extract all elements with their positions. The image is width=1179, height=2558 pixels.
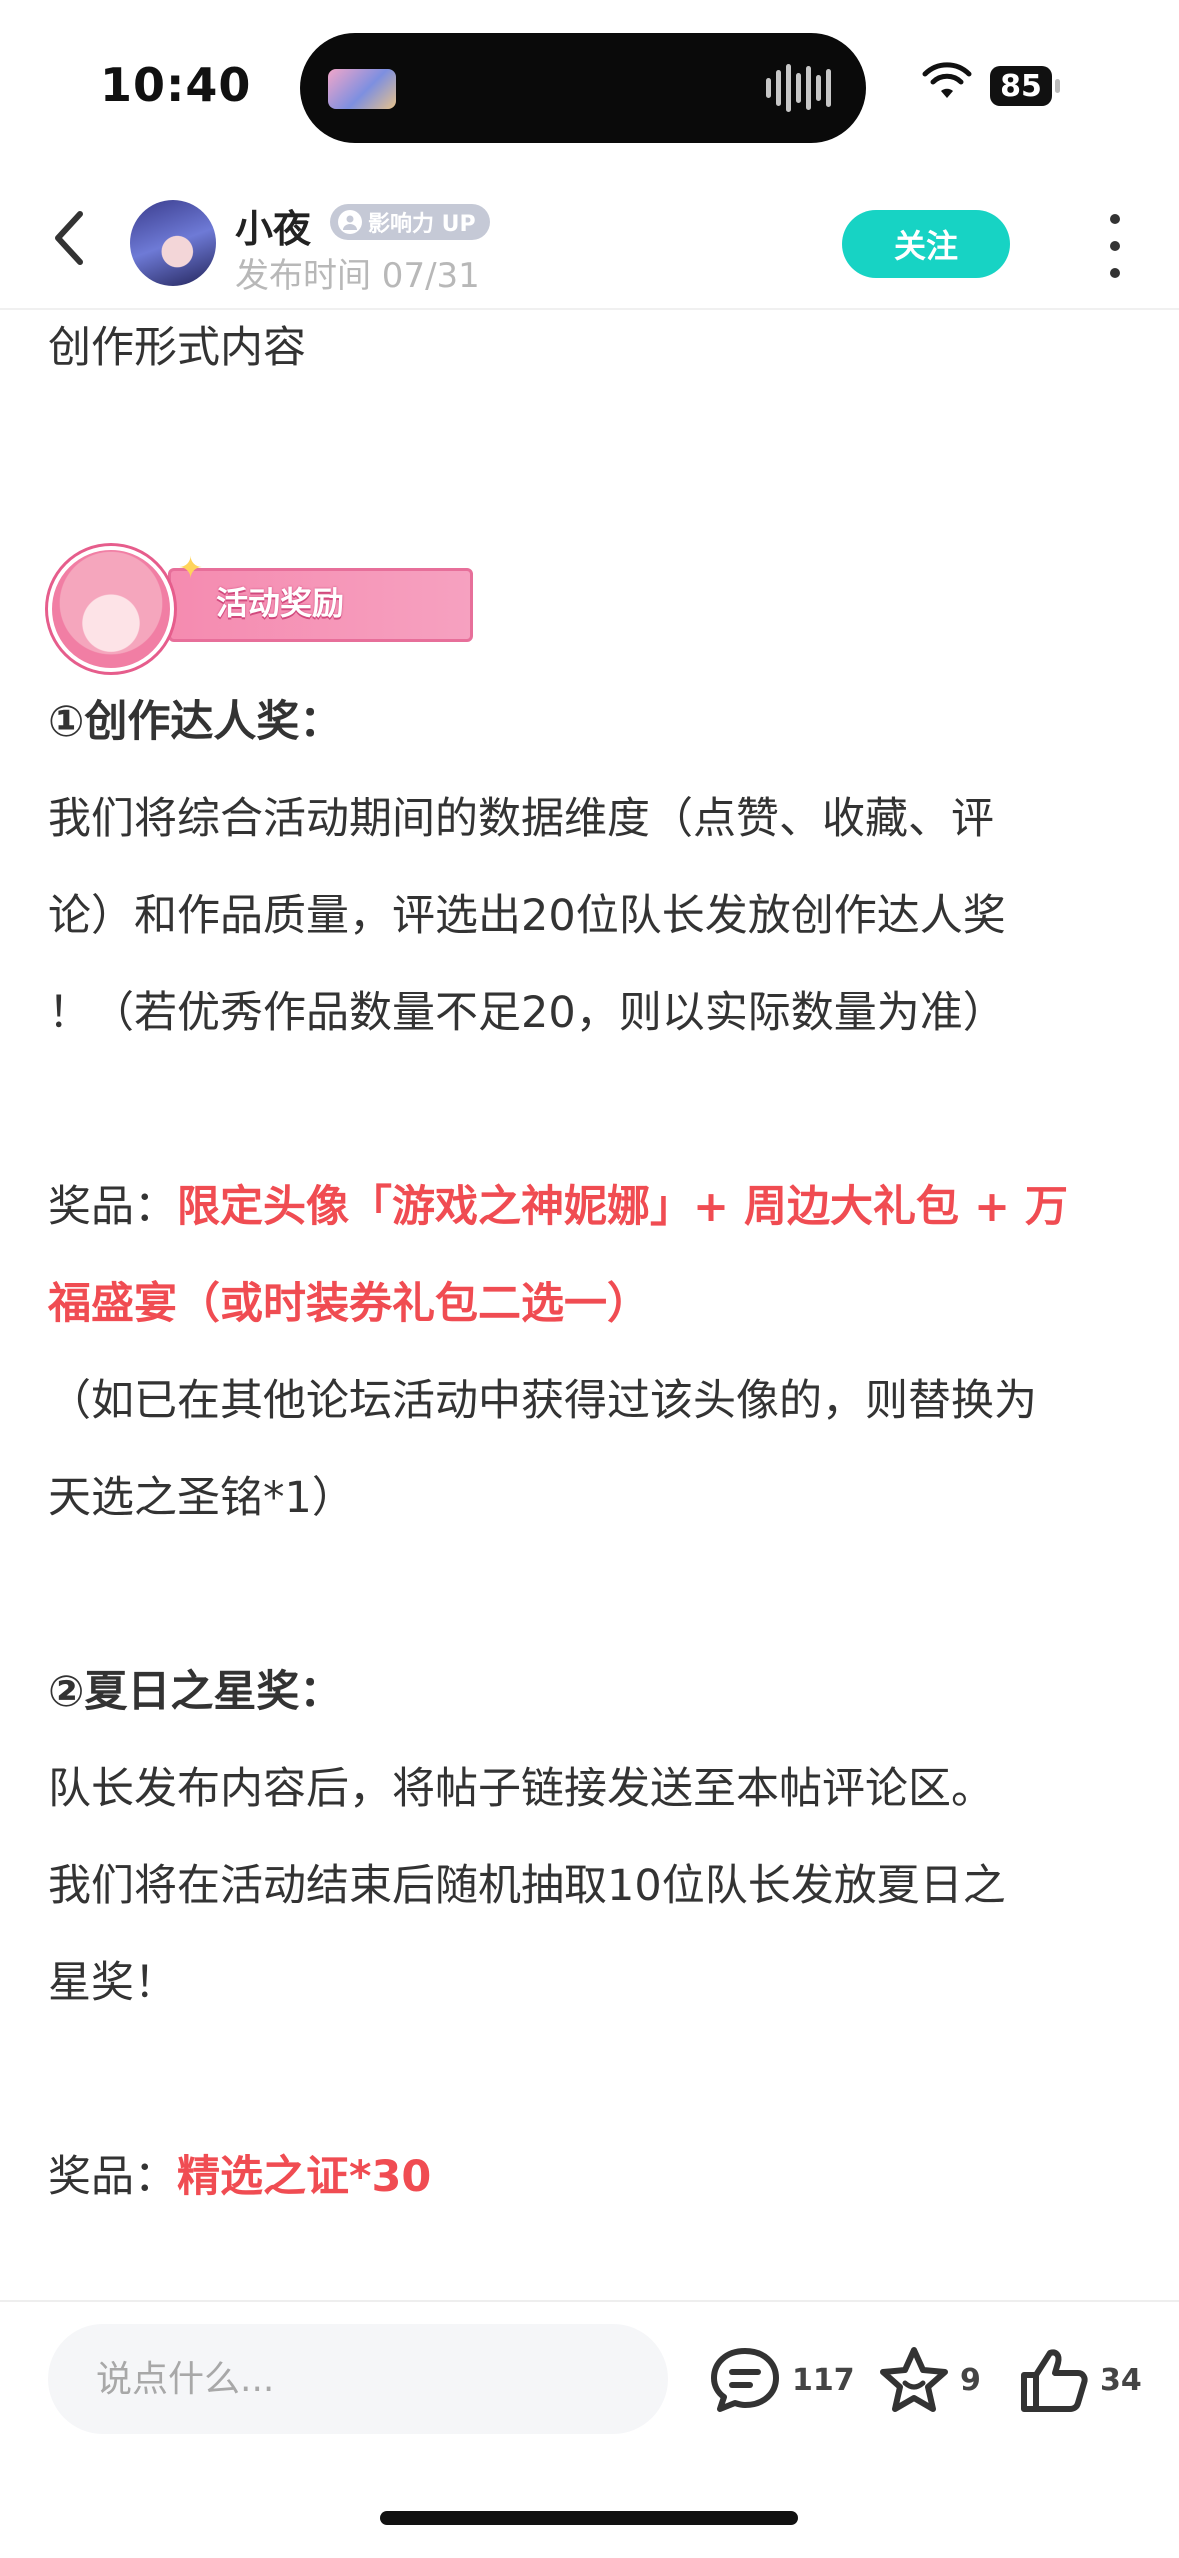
section1-line: 我们将综合活动期间的数据维度（点赞、收藏、评 [48,794,994,844]
influence-badge-label: 影响力 UP [368,212,476,237]
now-playing-thumbnail [328,69,396,109]
favorite-count: 9 [960,2362,981,2398]
chevron-left-icon [55,211,83,265]
section1-prize: 奖品：限定头像「游戏之神妮娜」+ 周边大礼包 + 万 [48,1159,1138,1256]
intro-text: 创作形式内容 [48,323,306,373]
user-badge-icon [338,210,362,234]
section2-line: 队长发布内容后，将帖子链接发送至本帖评论区。 [48,1764,994,1814]
more-dot-icon [1110,268,1120,278]
comment-count: 117 [792,2362,855,2398]
like-button[interactable]: 34 [1018,2342,1142,2418]
battery-indicator: 85 [990,66,1060,106]
star-icon [880,2347,948,2412]
section2-line: 我们将在活动结束后随机抽取10位队长发放夏日之 [48,1861,1006,1911]
post-content: 创作形式内容 ✦ 活动奖励 ①创作达人奖： 我们将综合活动期间的数据维度（点赞、… [48,300,1138,2226]
thumbs-up-icon [1021,2349,1088,2412]
status-time: 10:40 [100,58,252,112]
back-button[interactable] [40,208,100,268]
author-name[interactable]: 小夜 [235,198,311,253]
banner-label: 活动奖励 [216,584,345,622]
section1-line: 论）和作品质量，评选出20位队长发放创作达人奖 [48,891,1006,941]
section1-heading: ①创作达人奖： [48,697,343,747]
more-dot-icon [1110,214,1120,224]
favorite-button[interactable]: 9 [878,2342,981,2418]
comment-button[interactable]: 117 [708,2342,855,2418]
post-header: 小夜 影响力 UP 发布时间 07/31 关注 [0,190,1179,310]
section1-line: ！（若优秀作品数量不足20，则以实际数量为准） [48,988,1006,1038]
prize-text-cont: 福盛宴（或时装券礼包二选一） [48,1279,650,1329]
section2-prize: 奖品：精选之证*30 [48,2129,1138,2226]
influence-badge: 影响力 UP [330,204,490,240]
prize-label: 奖品： [48,2152,177,2202]
chibi-character-image [48,546,174,672]
home-indicator [380,2511,798,2525]
like-count: 34 [1100,2362,1142,2398]
sparkle-icon: ✦ [178,551,204,586]
dynamic-island [300,33,866,143]
audio-wave-icon [766,63,836,113]
event-reward-banner: ✦ 活动奖励 [48,534,473,674]
comment-input[interactable] [48,2324,668,2434]
author-avatar[interactable] [130,200,216,286]
more-dot-icon [1110,241,1120,251]
battery-level: 85 [1000,68,1042,104]
prize-text: 精选之证*30 [177,2152,432,2202]
comment-icon [711,2348,779,2412]
prize-text: 限定头像「游戏之神妮娜」+ 周边大礼包 + 万 [177,1182,1068,1232]
publish-time: 发布时间 07/31 [235,256,480,296]
prize-note: （如已在其他论坛活动中获得过该头像的，则替换为 [48,1376,1037,1426]
follow-button[interactable]: 关注 [842,210,1010,278]
section2-line: 星奖！ [48,1958,177,2008]
section2-heading: ②夏日之星奖： [48,1667,343,1717]
more-options-button[interactable] [1100,214,1130,278]
wifi-icon [922,62,972,98]
prize-note: 天选之圣铭*1） [48,1473,355,1523]
prize-label: 奖品： [48,1182,177,1232]
